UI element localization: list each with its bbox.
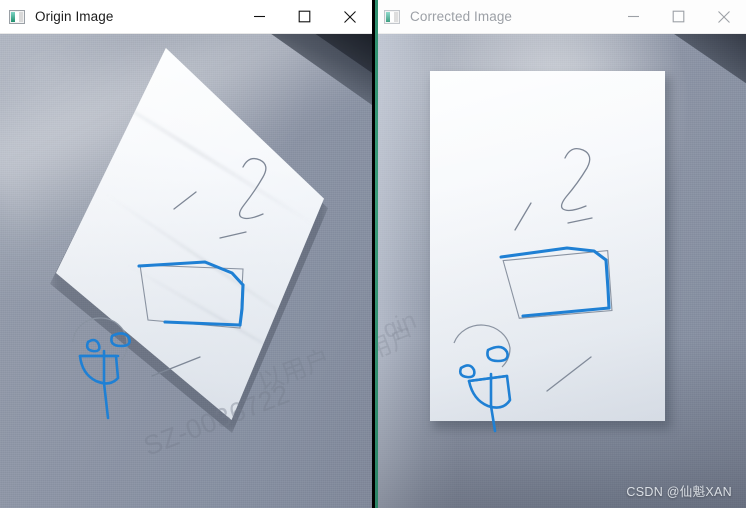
window-origin-image[interactable]: Origin Image SZ-0036722 以用户 bbox=[0, 0, 372, 508]
close-button[interactable] bbox=[701, 0, 746, 33]
window-corrected-image[interactable]: Corrected Image 以用户 qin CSDN @仙魁XAN bbox=[375, 0, 746, 508]
minimize-button[interactable] bbox=[237, 0, 282, 33]
window-controls-origin bbox=[237, 0, 372, 33]
minimize-button[interactable] bbox=[611, 0, 656, 33]
image-window-icon bbox=[9, 9, 25, 24]
photo-origin-image: SZ-0036722 以用户 bbox=[0, 33, 372, 508]
sketch-layer-corrected bbox=[453, 147, 613, 433]
maximize-button[interactable] bbox=[282, 0, 327, 33]
screenshot-root: Origin Image SZ-0036722 以用户 Corrected Im… bbox=[0, 0, 746, 508]
window-controls-corrected bbox=[611, 0, 746, 33]
photo-corrected-image: 以用户 qin bbox=[375, 33, 746, 508]
close-button[interactable] bbox=[327, 0, 372, 33]
csdn-watermark: CSDN @仙魁XAN bbox=[626, 485, 732, 499]
titlebar-corrected[interactable]: Corrected Image bbox=[375, 0, 746, 34]
titlebar-origin[interactable]: Origin Image bbox=[0, 0, 372, 34]
window-title-origin: Origin Image bbox=[35, 9, 114, 24]
window-title-corrected: Corrected Image bbox=[410, 9, 513, 24]
maximize-button[interactable] bbox=[656, 0, 701, 33]
image-window-icon bbox=[384, 9, 400, 24]
sketch-layer-origin bbox=[72, 157, 267, 420]
